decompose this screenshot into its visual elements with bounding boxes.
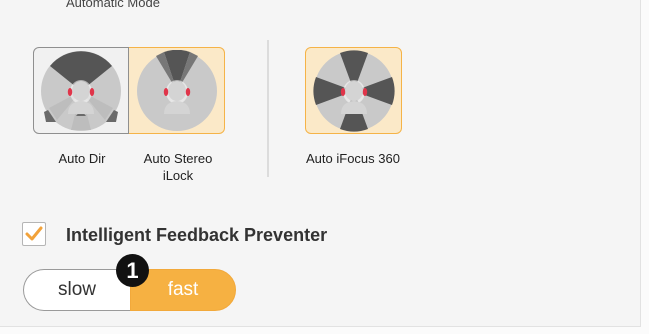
auto-stereo-icon: [136, 49, 217, 131]
slow-button[interactable]: slow: [23, 269, 130, 311]
auto-dir-button[interactable]: [33, 47, 129, 134]
automatic-mode-panel: Automatic Mode Auto Dir Auto Stereo iLoc…: [0, 0, 641, 327]
auto-stereo-label-line1: Auto Stereo: [143, 151, 213, 166]
callout-badge: 1: [116, 254, 149, 287]
feedback-preventer-label: Intelligent Feedback Preventer: [66, 225, 328, 245]
feedback-preventer-checkbox[interactable]: [22, 222, 46, 246]
auto-stereo-label-line2: iLock: [162, 168, 194, 183]
auto-ifocus-icon: [312, 49, 395, 132]
auto-dir-icon: [41, 50, 121, 131]
vertical-divider: [267, 40, 269, 177]
auto-stereo-label: Auto Stereo iLock: [130, 150, 226, 184]
checkmark-icon: [25, 226, 43, 241]
auto-dir-label: Auto Dir: [58, 151, 106, 166]
auto-ifocus-360-button[interactable]: [305, 47, 402, 134]
section-title: Automatic Mode: [66, 0, 160, 10]
auto-stereo-ilock-button[interactable]: [129, 47, 225, 134]
auto-ifocus-label: Auto iFocus 360: [306, 151, 400, 166]
mode-button-group: [33, 47, 227, 136]
